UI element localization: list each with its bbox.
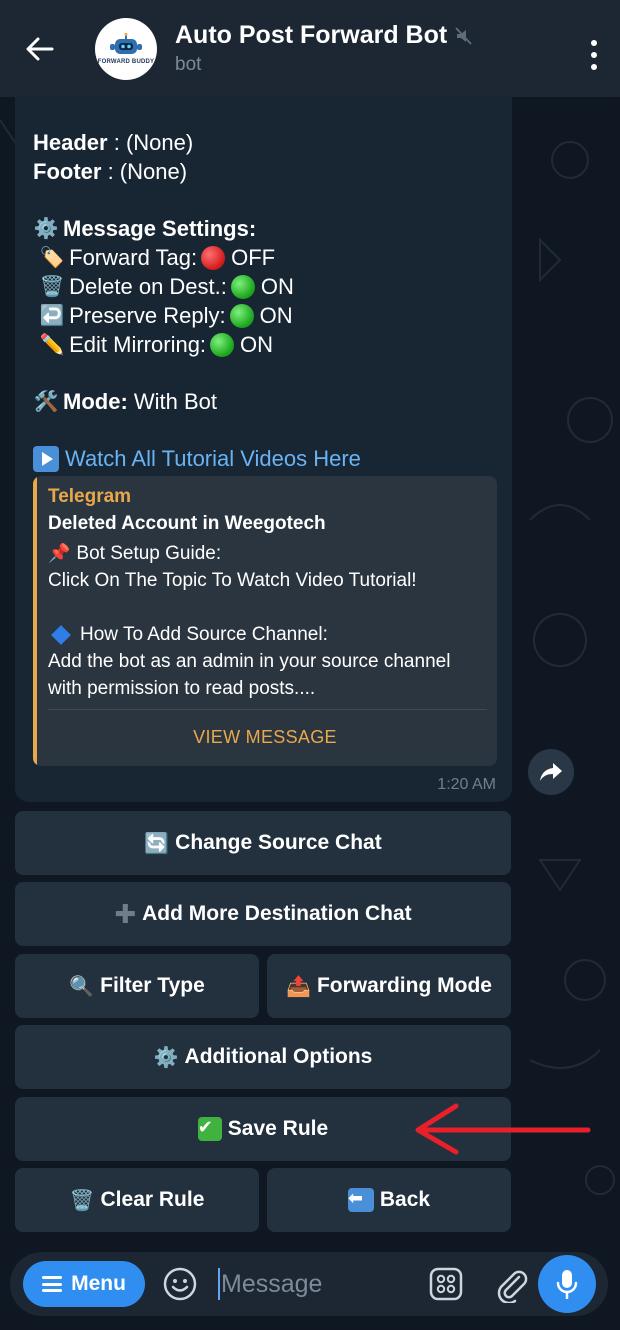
- change-source-chat-button[interactable]: 🔄 Change Source Chat: [15, 811, 511, 875]
- hamburger-icon: [42, 1276, 63, 1292]
- setting-label: Forward Tag:: [69, 245, 198, 270]
- button-label: Change Source Chat: [175, 831, 382, 854]
- footer-line: Footer : (None): [33, 157, 503, 186]
- view-message-button[interactable]: VIEW MESSAGE: [33, 712, 497, 762]
- green-circle-icon: [229, 303, 254, 328]
- microphone-icon[interactable]: [538, 1255, 596, 1313]
- header-line: Header : (None): [33, 128, 503, 157]
- gear-icon: ⚙️: [33, 217, 59, 240]
- plus-icon: ✚: [114, 898, 137, 929]
- trash-icon: 🗑️: [69, 1189, 95, 1212]
- preview-line: Click On The Topic To Watch Video Tutori…: [48, 570, 417, 591]
- setting-forward-tag: 🏷️ Forward Tag: OFF: [33, 243, 503, 272]
- button-label: Clear Rule: [100, 1188, 205, 1211]
- menu-label: Menu: [71, 1272, 126, 1295]
- menu-button[interactable]: Menu: [23, 1261, 145, 1307]
- preview-line: Bot Setup Guide:: [76, 543, 222, 564]
- back-arrow-icon[interactable]: [0, 0, 80, 97]
- green-circle-icon: [210, 332, 235, 357]
- tutorial-link[interactable]: Watch All Tutorial Videos Here: [65, 444, 361, 473]
- message-time: 1:20 AM: [437, 776, 496, 793]
- footer-label: Footer: [33, 159, 102, 184]
- message-bubble: Header : (None) Footer : (None) ⚙️ Messag…: [15, 90, 512, 802]
- button-label: Additional Options: [184, 1045, 373, 1068]
- setting-label: Delete on Dest.:: [69, 274, 227, 299]
- left-arrow-icon: ⬅: [347, 1188, 374, 1212]
- avatar-logo-text: FORWARD BUDDY: [97, 58, 155, 65]
- chat-title: Auto Post Forward Bot: [175, 21, 448, 49]
- more-options-icon[interactable]: [586, 40, 602, 70]
- refresh-icon: 🔄: [144, 832, 170, 855]
- setting-status: OFF: [231, 245, 276, 270]
- button-label: Add More Destination Chat: [142, 902, 412, 925]
- setting-preserve-reply: ↩️ Preserve Reply: ON: [33, 301, 503, 330]
- preview-site-name: Telegram: [48, 486, 132, 507]
- trash-icon: 🗑️: [39, 275, 65, 298]
- button-label: Forwarding Mode: [316, 974, 492, 997]
- footer-value: : (None): [107, 159, 188, 184]
- red-circle-icon: [201, 245, 226, 270]
- preview-line: with permission to read posts....: [48, 678, 316, 699]
- check-mark-icon: ✔: [197, 1117, 222, 1141]
- text-cursor: [218, 1268, 220, 1300]
- bot-avatar[interactable]: FORWARD BUDDY: [95, 17, 157, 80]
- pin-icon: 📌: [48, 543, 71, 563]
- chat-header: FORWARD BUDDY Auto Post Forward Bot bot: [0, 0, 620, 97]
- mute-icon: [455, 26, 472, 45]
- message-text: Header : (None) Footer : (None) ⚙️ Messag…: [33, 128, 503, 473]
- chat-screen: FORWARD BUDDY Auto Post Forward Bot bot …: [0, 0, 620, 1330]
- setting-status: ON: [240, 332, 274, 357]
- setting-status: ON: [260, 274, 294, 299]
- filter-type-button[interactable]: 🔍 Filter Type: [15, 954, 259, 1018]
- message-composer: Menu: [10, 1252, 608, 1316]
- header-value: : (None): [113, 130, 194, 155]
- red-annotation-arrow: [415, 1103, 591, 1155]
- setting-delete-on-dest: 🗑️ Delete on Dest.: ON: [33, 272, 503, 301]
- setting-label: Preserve Reply:: [69, 303, 226, 328]
- setting-label: Edit Mirroring:: [69, 332, 207, 357]
- setting-status: ON: [259, 303, 293, 328]
- chat-subtitle: bot: [175, 54, 202, 75]
- mode-value: With Bot: [133, 389, 218, 414]
- tools-icon: 🛠️: [33, 390, 59, 413]
- preview-title: Deleted Account in Weegotech: [48, 513, 326, 534]
- button-label: Filter Type: [100, 974, 205, 997]
- setting-edit-mirroring: ✏️ Edit Mirroring: ON: [33, 330, 503, 359]
- clear-rule-button[interactable]: 🗑️ Clear Rule: [15, 1168, 259, 1232]
- search-icon: 🔍: [69, 975, 95, 998]
- gear-icon: ⚙️: [153, 1046, 179, 1069]
- button-label: Back: [379, 1188, 431, 1211]
- bot-commands-grid-icon[interactable]: [428, 1266, 464, 1302]
- reply-arrow-icon: ↩️: [39, 304, 65, 327]
- link-preview-card[interactable]: Telegram Deleted Account in Weegotech 📌 B…: [33, 476, 497, 766]
- tutorial-line: Watch All Tutorial Videos Here: [33, 444, 503, 473]
- settings-title-line: ⚙️ Message Settings:: [33, 214, 503, 243]
- forwarding-mode-button[interactable]: 📤 Forwarding Mode: [267, 954, 511, 1018]
- button-label: Save Rule: [227, 1117, 329, 1140]
- preview-line: Add the bot as an admin in your source c…: [48, 651, 451, 672]
- blue-diamond-icon: [51, 624, 71, 645]
- add-destination-chat-button[interactable]: ✚ Add More Destination Chat: [15, 882, 511, 946]
- chat-title-block[interactable]: Auto Post Forward Bot bot: [175, 21, 473, 76]
- back-button[interactable]: ⬅ Back: [267, 1168, 511, 1232]
- mode-line: 🛠️ Mode: With Bot: [33, 387, 503, 416]
- robot-icon: [110, 32, 142, 54]
- additional-options-button[interactable]: ⚙️ Additional Options: [15, 1025, 511, 1089]
- tag-icon: 🏷️: [39, 246, 65, 269]
- emoji-icon[interactable]: [162, 1266, 198, 1302]
- pencil-icon: ✏️: [39, 333, 65, 356]
- preview-line: How To Add Source Channel:: [80, 624, 328, 645]
- mode-label: Mode:: [63, 389, 128, 414]
- message-input[interactable]: [221, 1264, 411, 1304]
- play-button-icon: [33, 445, 59, 472]
- preview-divider: [48, 709, 487, 710]
- green-circle-icon: [230, 274, 255, 299]
- outbox-tray-icon: 📤: [286, 975, 311, 998]
- attach-paperclip-icon[interactable]: [493, 1265, 529, 1303]
- header-label: Header: [33, 130, 108, 155]
- preview-body: 📌 Bot Setup Guide: Click On The Topic To …: [48, 540, 488, 702]
- settings-title: Message Settings:: [63, 216, 257, 241]
- share-forward-icon[interactable]: [528, 749, 574, 795]
